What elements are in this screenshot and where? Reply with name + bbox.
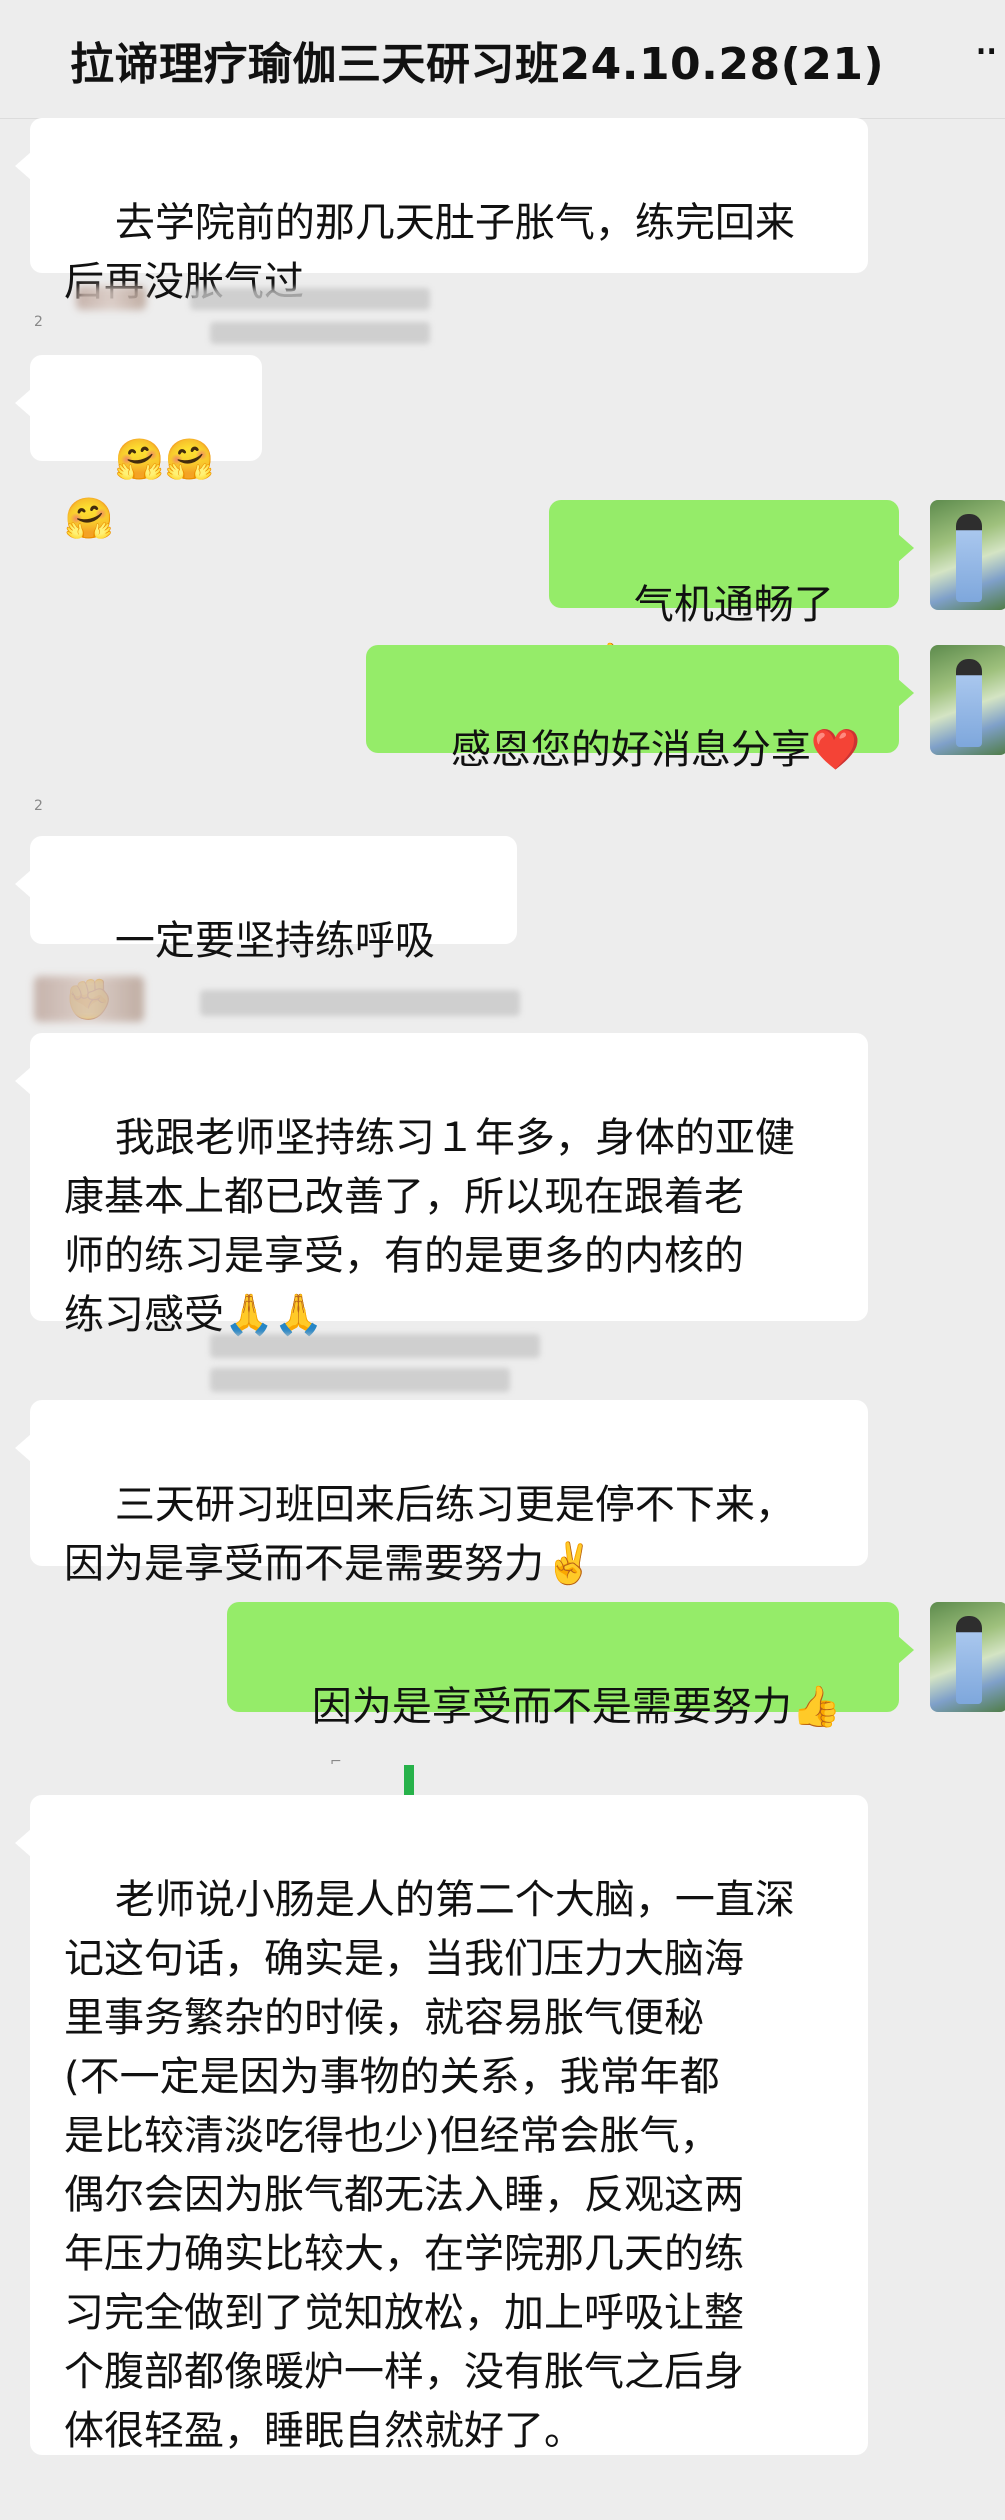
message-text: 感恩您的好消息分享❤️ [450,727,861,773]
message-list[interactable]: 去学院前的那几天肚子胀气，练完回来 后再没胀气过 2 🤗🤗🤗 气机通畅了👍 感恩… [0,118,1005,2455]
message-text: 因为是享受而不是需要努力👍 [311,1684,842,1730]
blurred-sender-name [210,1368,510,1392]
message-bubble-incoming[interactable]: 三天研习班回来后练习更是停不下来， 因为是享受而不是需要努力✌️ [15,1400,868,1587]
message-text: 🤗🤗🤗 [64,437,215,542]
chat-header: 拉谛理疗瑜伽三天研习班24.10.28(21) ·· [0,0,1005,119]
message-bubble-outgoing[interactable]: 气机通畅了👍 [549,500,914,687]
blurred-sender-avatar [76,286,146,310]
blurred-sender-name [210,322,430,344]
my-avatar[interactable] [930,1602,1005,1712]
sender-name-placeholder: 2 [34,798,43,814]
message-bubble-incoming[interactable]: 我跟老师坚持练习１年多，身体的亚健 康基本上都已改善了，所以现在跟着老 师的练习… [15,1033,868,1338]
my-avatar[interactable] [930,500,1005,610]
message-bubble-incoming[interactable]: 去学院前的那几天肚子胀气，练完回来 后再没胀气过 [15,118,868,305]
blurred-sender-name [200,990,520,1016]
blurred-sender-name [190,288,430,310]
message-bubble-outgoing[interactable]: 感恩您的好消息分享❤️ [366,645,914,773]
message-bubble-incoming[interactable]: 一定要坚持练呼吸✊ [15,836,517,1023]
my-avatar[interactable] [930,645,1005,755]
sender-name-placeholder: 2 [34,314,43,330]
message-text: 我跟老师坚持练习１年多，身体的亚健 康基本上都已改善了，所以现在跟着老 师的练习… [64,1115,795,1338]
message-bubble-incoming[interactable]: 🤗🤗🤗 [15,355,262,542]
more-icon[interactable]: ·· [974,24,999,78]
message-bubble-outgoing[interactable]: 因为是享受而不是需要努力👍 [227,1602,914,1730]
message-bubble-incoming[interactable]: 老师说小肠是人的第二个大脑，一直深 记这句话，确实是，当我们压力大脑海 里事务繁… [15,1795,868,2455]
blurred-sender-avatar [34,976,144,1022]
chat-title: 拉谛理疗瑜伽三天研习班24.10.28(21) [70,39,885,90]
sender-name-placeholder: ⌐ [330,1754,342,1770]
blurred-sender-name [210,1334,540,1358]
message-text: 三天研习班回来后练习更是停不下来， 因为是享受而不是需要努力✌️ [64,1482,795,1587]
message-text: 老师说小肠是人的第二个大脑，一直深 记这句话，确实是，当我们压力大脑海 里事务繁… [64,1877,795,2454]
